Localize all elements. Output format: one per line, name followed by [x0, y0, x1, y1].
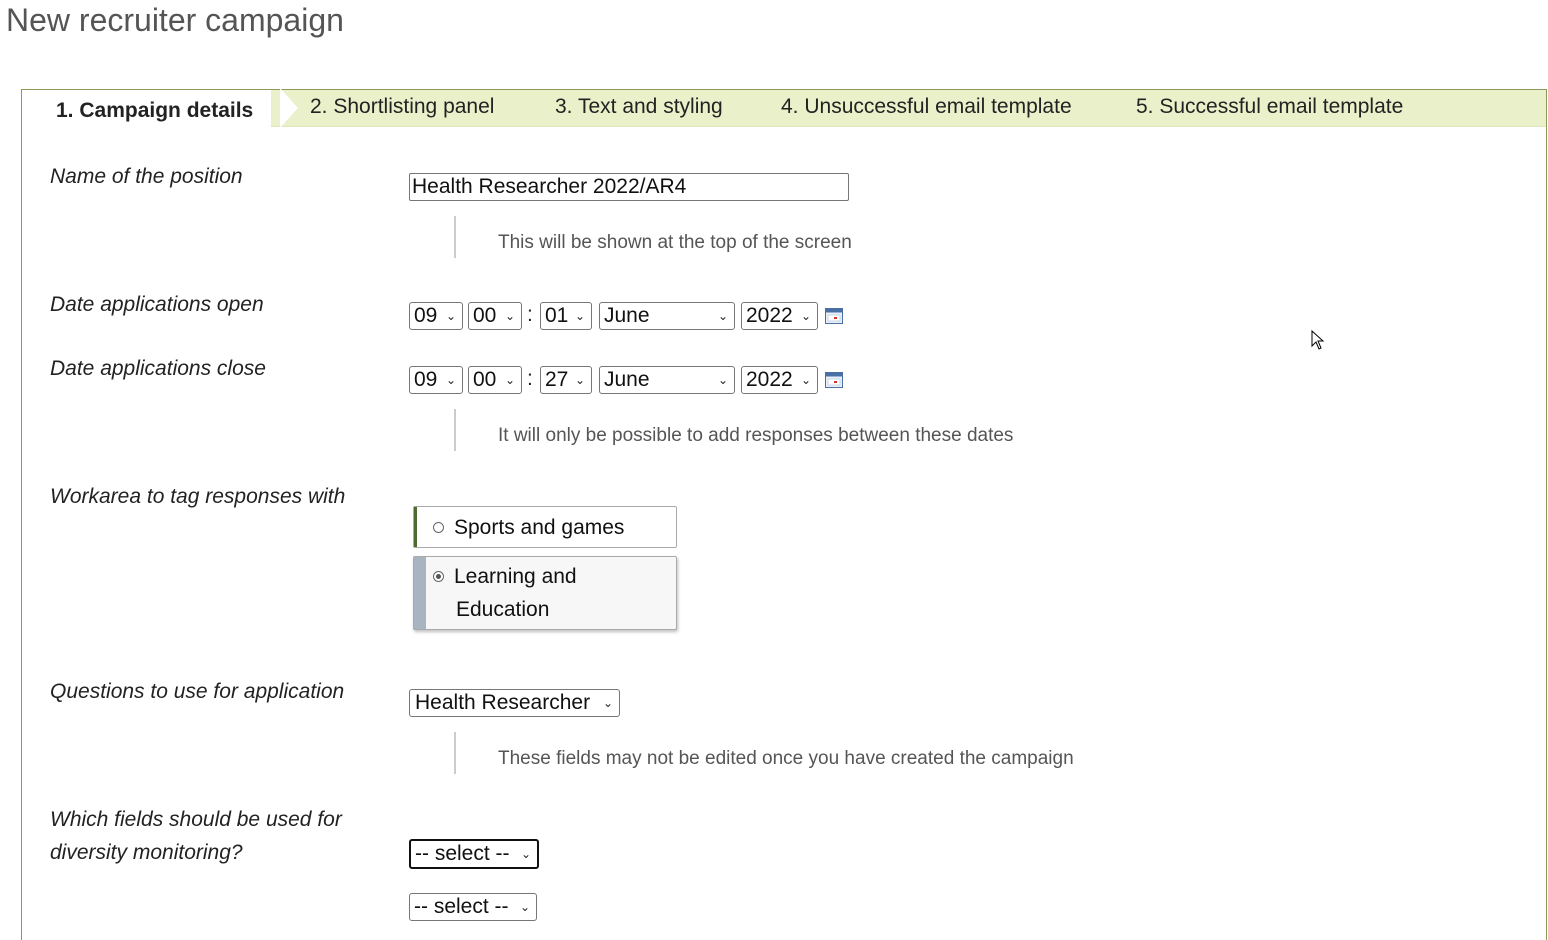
tab-unsuccessful-email-template[interactable]: 4. Unsuccessful email template [781, 90, 1072, 126]
tab-bar: 1. Campaign details 2. Shortlisting pane… [22, 88, 1546, 130]
date-close-label: Date applications close [50, 357, 266, 380]
chevron-down-icon: ⌄ [800, 309, 811, 323]
chevron-down-icon: ⌄ [520, 847, 531, 861]
close-year-value: 2022 [746, 368, 793, 391]
workarea-label: Workarea to tag responses with [50, 485, 346, 508]
hint-divider [454, 732, 456, 774]
time-separator: : [527, 303, 533, 326]
calendar-icon[interactable] [825, 308, 843, 324]
campaign-panel: 1. Campaign details 2. Shortlisting pane… [21, 88, 1547, 940]
open-hour-select[interactable]: 09 ⌄ [409, 302, 463, 330]
open-minute-select[interactable]: 00 ⌄ [468, 302, 522, 330]
position-name-input[interactable] [409, 173, 849, 201]
chevron-down-icon: ⌄ [574, 373, 585, 387]
hint-divider [454, 409, 456, 451]
close-minute-value: 00 [473, 368, 497, 391]
workarea-option-sports-and-games[interactable]: Sports and games [413, 506, 677, 548]
close-month-select[interactable]: June ⌄ [599, 366, 735, 394]
open-hour-value: 09 [414, 304, 438, 327]
questions-hint: These fields may not be edited once you … [498, 748, 1074, 769]
chevron-down-icon: ⌄ [519, 900, 530, 914]
tab-shortlisting-panel[interactable]: 2. Shortlisting panel [310, 90, 494, 126]
tab-campaign-details[interactable]: 1. Campaign details [22, 90, 272, 130]
chevron-down-icon: ⌄ [504, 373, 515, 387]
questions-value: Health Researcher [415, 691, 591, 714]
dates-hint: It will only be possible to add response… [498, 425, 1014, 446]
mouse-pointer-icon [1311, 330, 1325, 350]
position-hint: This will be shown at the top of the scr… [498, 232, 852, 253]
close-day-select[interactable]: 27 ⌄ [540, 366, 592, 394]
close-year-select[interactable]: 2022 ⌄ [741, 366, 818, 394]
diversity-label-line1: Which fields should be used for [50, 808, 342, 831]
radio-button[interactable] [433, 522, 444, 533]
tab-text-and-styling[interactable]: 3. Text and styling [555, 90, 723, 126]
questions-select[interactable]: Health Researcher ⌄ [409, 689, 620, 717]
chevron-down-icon: ⌄ [504, 309, 515, 323]
option-bar [414, 557, 426, 629]
open-month-select[interactable]: June ⌄ [599, 302, 735, 330]
diversity-select-2-value: -- select -- [414, 895, 509, 918]
workarea-option-label: Sports and games [454, 516, 625, 539]
diversity-label-line2: diversity monitoring? [50, 841, 243, 864]
open-day-value: 01 [545, 304, 569, 327]
hint-divider [454, 216, 456, 258]
chevron-down-icon: ⌄ [717, 309, 728, 323]
date-open-label: Date applications open [50, 293, 264, 316]
diversity-select-1[interactable]: -- select -- ⌄ [409, 839, 539, 869]
close-minute-select[interactable]: 00 ⌄ [468, 366, 522, 394]
tab-arrow-divider [280, 88, 298, 128]
chevron-down-icon: ⌄ [574, 309, 585, 323]
chevron-down-icon: ⌄ [602, 696, 613, 710]
chevron-down-icon: ⌄ [717, 373, 728, 387]
workarea-option-label-line1: Learning and [454, 565, 577, 588]
tab-successful-email-template[interactable]: 5. Successful email template [1136, 90, 1403, 126]
diversity-select-1-value: -- select -- [415, 842, 510, 865]
diversity-select-2[interactable]: -- select -- ⌄ [409, 893, 537, 921]
close-hour-value: 09 [414, 368, 438, 391]
workarea-option-label-line2: Education [456, 598, 550, 621]
workarea-option-learning-and-education[interactable]: Learning and Education [413, 556, 677, 630]
chevron-down-icon: ⌄ [445, 373, 456, 387]
page-title: New recruiter campaign [6, 2, 344, 38]
radio-button-selected[interactable] [433, 571, 444, 582]
close-hour-select[interactable]: 09 ⌄ [409, 366, 463, 394]
time-separator: : [527, 367, 533, 390]
open-year-select[interactable]: 2022 ⌄ [741, 302, 818, 330]
calendar-icon[interactable] [825, 372, 843, 388]
close-day-value: 27 [545, 368, 569, 391]
position-name-label: Name of the position [50, 165, 243, 188]
option-bar [414, 507, 417, 547]
open-year-value: 2022 [746, 304, 793, 327]
chevron-down-icon: ⌄ [800, 373, 811, 387]
open-day-select[interactable]: 01 ⌄ [540, 302, 592, 330]
questions-label: Questions to use for application [50, 680, 345, 703]
close-month-value: June [604, 368, 650, 391]
open-minute-value: 00 [473, 304, 497, 327]
chevron-down-icon: ⌄ [445, 309, 456, 323]
open-month-value: June [604, 304, 650, 327]
